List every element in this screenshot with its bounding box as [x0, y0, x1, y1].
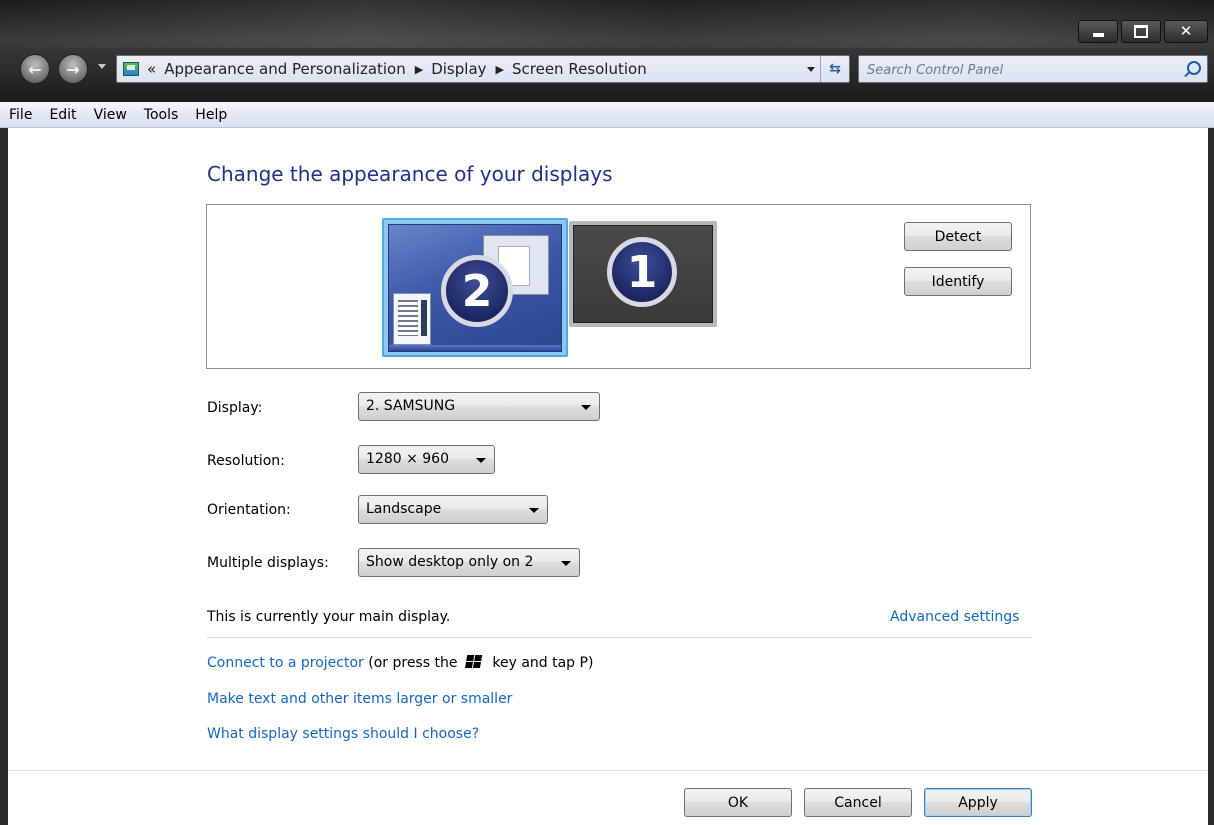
maximize-button[interactable] — [1121, 20, 1161, 43]
resolution-select[interactable]: 1280 × 960 — [358, 445, 495, 474]
display-label: Display: — [207, 400, 263, 416]
search-box[interactable] — [858, 55, 1208, 83]
menu-tools[interactable]: Tools — [144, 107, 179, 123]
breadcrumb-display[interactable]: Display — [431, 60, 486, 78]
monitor-1[interactable]: 1 — [569, 221, 717, 327]
resolution-label: Resolution: — [207, 453, 285, 469]
monitor-2[interactable]: 2 — [388, 224, 562, 352]
screen-resolution-window: ✕ ← → « Appearance and Personalization ▶… — [0, 0, 1214, 825]
minimize-icon — [1092, 32, 1104, 37]
monitor-number-badge: 2 — [441, 255, 513, 327]
search-input[interactable] — [865, 59, 1169, 81]
identify-button[interactable]: Identify — [904, 267, 1012, 296]
monitor-arrangement: 2 1 Detect Identify — [206, 204, 1031, 369]
main-display-status: This is currently your main display. — [207, 609, 451, 625]
window-preview-icon — [393, 293, 431, 345]
text-size-link[interactable]: Make text and other items larger or smal… — [207, 691, 512, 707]
menu-bar: File Edit View Tools Help — [0, 102, 1214, 128]
display-select-value: 2. SAMSUNG — [366, 398, 456, 414]
projector-row: Connect to a projector (or press the key… — [207, 655, 593, 671]
display-select[interactable]: 2. SAMSUNG — [358, 392, 600, 421]
forward-button[interactable]: → — [58, 54, 88, 84]
ok-button[interactable]: OK — [684, 788, 792, 817]
content-area: Change the appearance of your displays 2… — [0, 128, 1214, 825]
breadcrumb-screen-resolution[interactable]: Screen Resolution — [512, 60, 647, 78]
breadcrumb-separator-icon[interactable]: ▶ — [496, 63, 504, 76]
chevron-down-icon — [529, 508, 539, 513]
chevron-down-icon — [581, 405, 591, 410]
navigation-row: ← → « Appearance and Personalization ▶ D… — [18, 52, 1208, 86]
breadcrumb-appearance[interactable]: Appearance and Personalization — [164, 60, 406, 78]
orientation-select[interactable]: Landscape — [358, 495, 548, 524]
breadcrumb-separator-icon[interactable]: ▶ — [415, 63, 423, 76]
caption-buttons: ✕ — [1078, 20, 1208, 43]
chevron-down-icon — [561, 561, 571, 566]
control-panel-icon — [123, 62, 139, 76]
back-button[interactable]: ← — [20, 54, 50, 84]
display-help-link[interactable]: What display settings should I choose? — [207, 726, 479, 742]
close-button[interactable]: ✕ — [1164, 20, 1208, 43]
projector-hint-before: (or press the — [368, 655, 458, 671]
page-title: Change the appearance of your displays — [207, 162, 613, 186]
breadcrumb-overflow[interactable]: « — [147, 60, 156, 78]
footer-divider — [8, 770, 1208, 771]
chevron-down-icon — [476, 458, 486, 463]
address-dropdown-icon[interactable] — [807, 67, 815, 72]
advanced-settings-link[interactable]: Advanced settings — [890, 609, 1019, 625]
close-icon: ✕ — [1179, 22, 1193, 40]
minimize-button[interactable] — [1078, 20, 1118, 43]
back-arrow-icon: ← — [28, 59, 42, 79]
resolution-select-value: 1280 × 960 — [366, 451, 449, 467]
title-bar: ✕ ← → « Appearance and Personalization ▶… — [0, 0, 1214, 102]
recent-pages-dropdown[interactable] — [98, 64, 106, 69]
refresh-icon[interactable]: ⇆ — [820, 56, 849, 82]
orientation-select-value: Landscape — [366, 501, 442, 517]
menu-help[interactable]: Help — [195, 107, 227, 123]
monitor-2-selection[interactable]: 2 — [382, 218, 568, 357]
address-bar[interactable]: « Appearance and Personalization ▶ Displ… — [116, 55, 850, 83]
connect-projector-link[interactable]: Connect to a projector — [207, 655, 364, 671]
windows-logo-icon — [464, 655, 483, 669]
apply-button[interactable]: Apply — [924, 788, 1032, 817]
detect-button[interactable]: Detect — [904, 222, 1012, 251]
orientation-label: Orientation: — [207, 502, 291, 518]
forward-arrow-icon: → — [66, 59, 80, 79]
multiple-displays-select[interactable]: Show desktop only on 2 — [358, 548, 580, 577]
multiple-displays-select-value: Show desktop only on 2 — [366, 554, 534, 570]
menu-view[interactable]: View — [94, 107, 127, 123]
maximize-icon — [1134, 25, 1148, 38]
divider — [207, 637, 1031, 638]
projector-hint-after: key and tap P) — [492, 655, 594, 671]
search-icon[interactable] — [1187, 61, 1201, 75]
taskbar-preview — [389, 345, 561, 351]
cancel-button[interactable]: Cancel — [804, 788, 912, 817]
multiple-displays-label: Multiple displays: — [207, 555, 329, 571]
menu-file[interactable]: File — [9, 107, 32, 123]
menu-edit[interactable]: Edit — [49, 107, 76, 123]
monitor-number-badge: 1 — [607, 237, 677, 307]
